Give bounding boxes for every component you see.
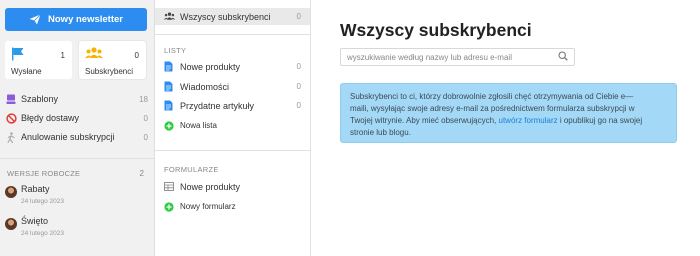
avatar [5,186,17,198]
sidebar-item-label: Anulowanie subskrypcji [21,132,115,142]
all-subscribers-label: Wszyscy subskrybenci [180,11,271,22]
template-icon [5,94,17,105]
main-content: Wszyscy subskrybenci Subskrybenci to ci,… [312,0,700,256]
search-input[interactable] [347,52,558,62]
avatar [5,218,17,230]
new-list-button[interactable]: Nowa lista [155,117,310,134]
new-newsletter-label: Nowy newsletter [48,14,123,25]
send-icon [29,14,41,25]
form-item[interactable]: Nowe produkty [155,178,310,195]
search-icon[interactable] [558,51,568,63]
list-item[interactable]: Wiadomości 0 [155,78,310,95]
draft-title: Rabaty [21,184,50,194]
divider [155,150,310,151]
form-table-icon [164,182,175,191]
sidebar-item-label: Błędy dostawy [21,113,80,123]
info-text-line: Twojej witrynie. Aby mieć obserwujących,… [350,115,667,127]
subscribers-label: Subskrybenci [85,67,134,76]
document-icon [164,100,175,111]
sidebar-item-count: 0 [143,113,148,123]
drafts-header: WERSJE ROBOCZE [7,169,81,178]
info-text: i opublikuj go na swojej [557,116,643,125]
sidebar-item-delivery-errors[interactable]: Błędy dostawy 0 [5,111,148,125]
sidebar-item-count: 18 [139,94,148,104]
draft-title: Święto [21,216,49,226]
list-item-label: Przydatne artykuły [180,100,255,111]
list-item-label: Nowe produkty [180,61,241,72]
list-item-count: 0 [296,101,301,110]
info-box: Subskrybenci to ci, którzy dobrowolnie z… [340,83,677,143]
create-form-link[interactable]: utwórz formularz [499,116,558,125]
divider [0,158,154,159]
list-item[interactable]: Przydatne artykuły 0 [155,97,310,114]
all-subscribers-item[interactable]: Wszyscy subskrybenci 0 [155,8,310,25]
draft-item-swieto[interactable]: Święto 24 lutego 2023 [5,216,148,240]
left-sidebar: Nowy newsletter 1 Wysłane 0 Subskrybenci… [0,0,155,256]
list-item[interactable]: Nowe produkty 0 [155,58,310,75]
sidebar-item-count: 0 [143,132,148,142]
subscribers-tile[interactable]: 0 Subskrybenci [79,41,146,79]
info-text-line: maili, wysyłając swoje adresy e-mail za … [350,104,635,113]
plus-circle-icon [164,120,175,131]
sidebar-item-label: Szablony [21,94,59,104]
sidebar-item-unsubscribes[interactable]: Anulowanie subskrypcji 0 [5,130,148,144]
info-text: Twojej witrynie. Aby mieć obserwujących, [350,116,499,125]
form-item-label: Nowe produkty [180,181,241,192]
lists-header: LISTY [164,46,187,55]
divider [155,34,310,35]
forms-header: FORMULARZE [164,165,219,174]
new-newsletter-button[interactable]: Nowy newsletter [5,8,147,31]
page-title: Wszyscy subskrybenci [340,20,532,40]
subscribers-count: 0 [134,51,139,60]
new-form-label: Nowy formularz [180,202,236,211]
draft-date: 24 lutego 2023 [21,198,65,205]
sidebar-item-templates[interactable]: Szablony 18 [5,92,148,106]
block-icon [5,112,17,124]
draft-item-rabaty[interactable]: Rabaty 24 lutego 2023 [5,184,148,208]
flag-icon [11,47,25,63]
sent-count: 1 [60,51,65,60]
list-item-count: 0 [296,62,301,71]
document-icon [164,81,175,92]
sent-label: Wysłane [11,67,42,76]
document-icon [164,61,175,72]
walk-icon [5,131,17,143]
list-item-count: 0 [296,82,301,91]
draft-date: 24 lutego 2023 [21,230,65,237]
list-item-label: Wiadomości [180,81,230,92]
new-list-label: Nowa lista [180,121,217,130]
plus-circle-icon [164,201,175,212]
all-subscribers-count: 0 [296,12,301,21]
drafts-count: 2 [139,169,144,178]
people-icon [85,47,103,62]
new-form-button[interactable]: Nowy formularz [155,198,310,215]
search-box [340,48,575,66]
sent-tile[interactable]: 1 Wysłane [5,41,72,79]
info-text-line: Subskrybenci to ci, którzy dobrowolnie z… [350,92,634,101]
lists-panel: Wszyscy subskrybenci 0 LISTY Nowe produk… [155,0,311,256]
people-icon [164,12,175,21]
info-text-line: stronie lub blogu. [350,128,411,137]
